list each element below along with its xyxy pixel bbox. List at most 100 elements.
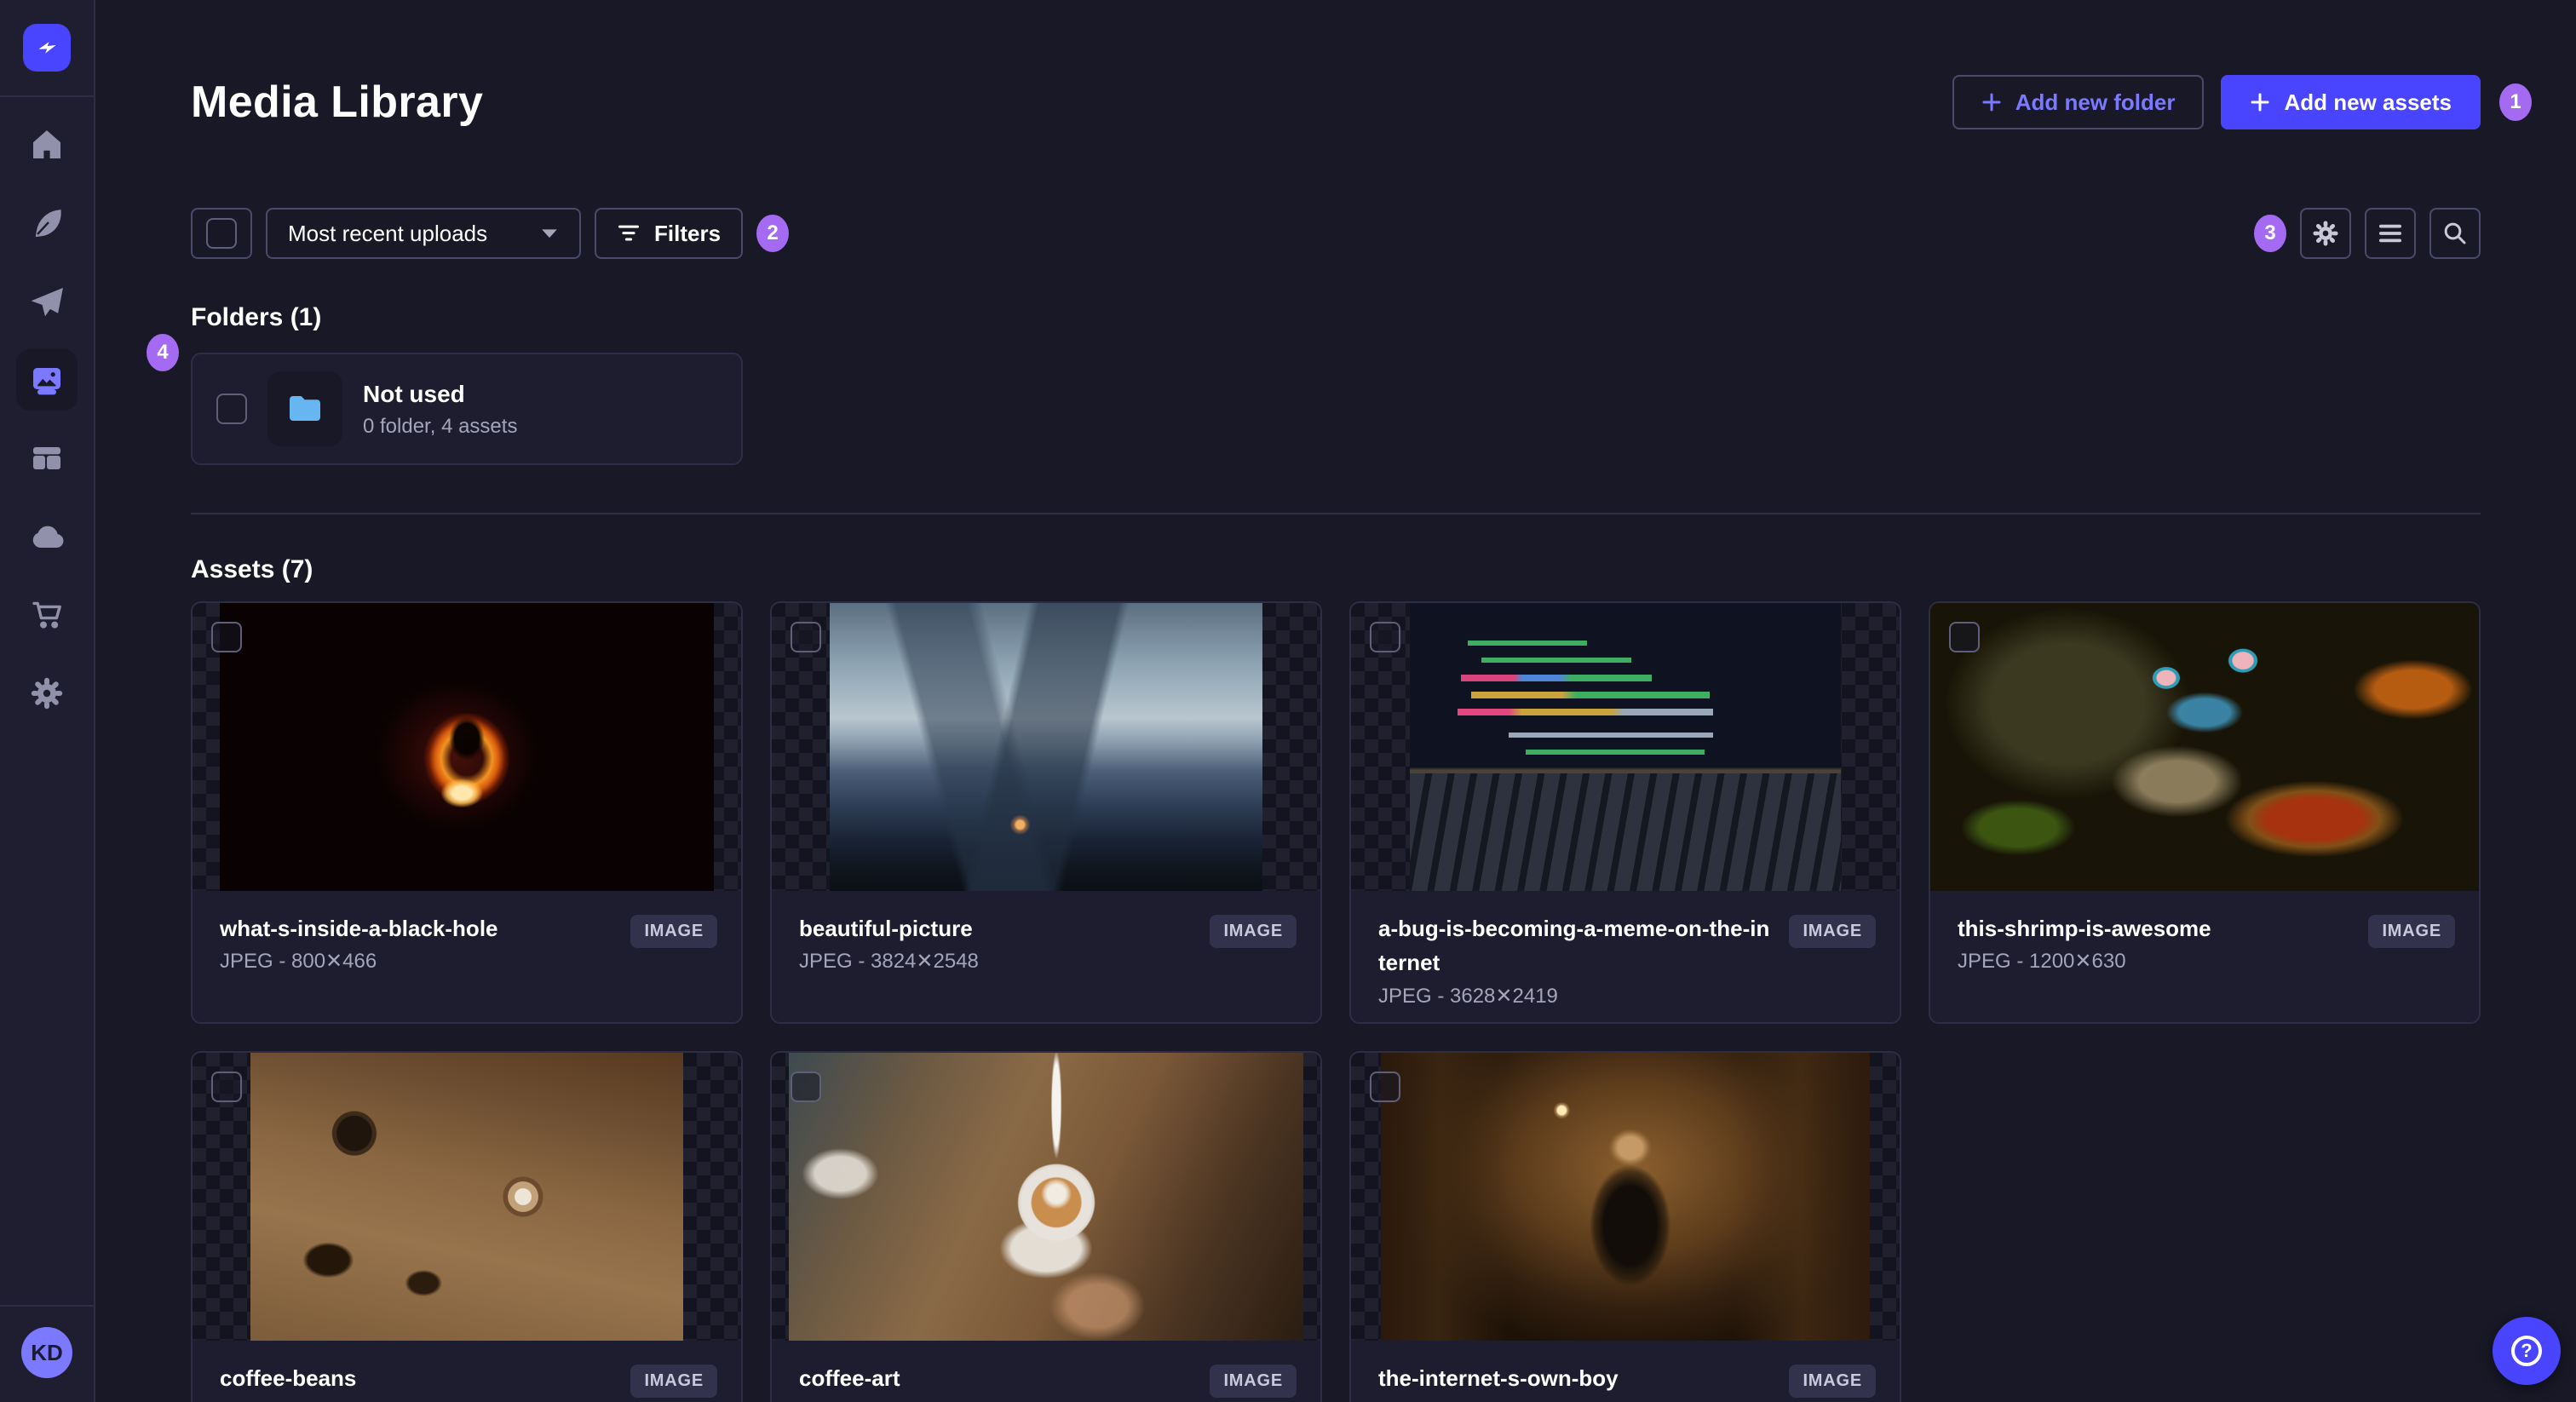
folder-grid: Not used 0 folder, 4 assets xyxy=(191,353,2481,465)
asset-card-text: coffee-beans JPEG - 5021✕3347 xyxy=(220,1361,613,1402)
sidebar-item-media-library[interactable] xyxy=(16,349,78,411)
annotation-badge-4: 4 xyxy=(147,334,179,371)
folder-icon xyxy=(290,396,320,421)
help-button[interactable]: ? xyxy=(2493,1317,2561,1385)
asset-meta: JPEG - 3824✕2548 xyxy=(799,950,979,974)
asset-image xyxy=(1930,603,2479,891)
asset-meta: JPEG - 5824✕3259 xyxy=(799,1399,1193,1402)
page-title: Media Library xyxy=(191,78,484,127)
asset-checkbox[interactable] xyxy=(1370,622,1400,652)
asset-card[interactable]: this-shrimp-is-awesome JPEG - 1200✕630 I… xyxy=(1929,601,2481,1024)
header-actions: Add new folder Add new assets 1 xyxy=(1952,75,2532,129)
asset-card-footer: the-internet-s-own-boy JPEG - 1200✕707 I… xyxy=(1351,1341,1900,1402)
folder-icon-box xyxy=(267,371,342,446)
folder-checkbox[interactable] xyxy=(216,394,247,424)
sidebar-item-content-manager[interactable] xyxy=(16,428,78,489)
asset-thumbnail xyxy=(1930,603,2479,891)
asset-thumbnail xyxy=(193,1052,741,1341)
asset-type-badge: IMAGE xyxy=(1210,915,1297,948)
asset-thumbnail xyxy=(772,1052,1320,1341)
asset-title: beautiful-picture xyxy=(799,916,973,941)
asset-title: this-shrimp-is-awesome xyxy=(1958,916,2211,941)
add-new-folder-button[interactable]: Add new folder xyxy=(1952,75,2205,129)
search-icon xyxy=(2444,222,2466,244)
asset-card-footer: beautiful-picture JPEG - 3824✕2548 IMAGE xyxy=(772,891,1320,1022)
asset-card-text: this-shrimp-is-awesome JPEG - 1200✕630 xyxy=(1958,911,2351,974)
assets-heading: Assets (7) xyxy=(191,555,313,583)
toolbar-left: Most recent uploads Filters 2 xyxy=(191,208,790,259)
asset-image xyxy=(250,1052,683,1341)
asset-thumbnail xyxy=(1351,603,1900,891)
asset-checkbox[interactable] xyxy=(211,1071,242,1102)
asset-card-footer: what-s-inside-a-black-hole JPEG - 800✕46… xyxy=(193,891,741,1022)
asset-type-badge: IMAGE xyxy=(1789,1364,1876,1398)
asset-card-footer: a-bug-is-becoming-a-meme-on-the-internet… xyxy=(1351,891,1900,1022)
sidebar-item-settings[interactable] xyxy=(16,663,78,724)
section-divider xyxy=(191,513,2481,514)
question-mark-icon: ? xyxy=(2511,1336,2542,1366)
asset-card-footer: coffee-art JPEG - 5824✕3259 IMAGE xyxy=(772,1341,1320,1402)
asset-title: the-internet-s-own-boy xyxy=(1378,1365,1619,1391)
asset-meta: JPEG - 3628✕2419 xyxy=(1378,984,1558,1008)
paper-plane-icon xyxy=(31,287,63,317)
folder-subtitle: 0 folder, 4 assets xyxy=(363,415,518,439)
asset-checkbox[interactable] xyxy=(1949,622,1980,652)
folders-section: Folders (1) Not used 0 folder, 4 assets xyxy=(191,303,2481,465)
strapi-logo[interactable] xyxy=(23,24,71,72)
grid-settings-button[interactable] xyxy=(2300,208,2351,259)
asset-checkbox[interactable] xyxy=(211,622,242,652)
asset-type-badge: IMAGE xyxy=(2368,915,2455,948)
folder-card[interactable]: Not used 0 folder, 4 assets xyxy=(191,353,743,465)
add-new-assets-button[interactable]: Add new assets xyxy=(2221,75,2481,129)
asset-meta: JPEG - 5021✕3347 xyxy=(220,1399,613,1402)
list-view-button[interactable] xyxy=(2365,208,2416,259)
asset-image xyxy=(830,603,1262,891)
select-all-checkbox[interactable] xyxy=(206,218,237,249)
list-icon xyxy=(2379,224,2401,243)
asset-title: coffee-art xyxy=(799,1365,900,1391)
home-icon xyxy=(33,130,60,158)
asset-type-badge: IMAGE xyxy=(630,1364,717,1398)
toolbar: Most recent uploads Filters 2 3 xyxy=(191,208,2481,259)
filter-icon xyxy=(618,225,639,241)
annotation-badge-1: 1 xyxy=(2499,83,2532,121)
gear-icon xyxy=(31,677,63,710)
asset-card-footer: this-shrimp-is-awesome JPEG - 1200✕630 I… xyxy=(1930,891,2479,1022)
asset-card-text: the-internet-s-own-boy JPEG - 1200✕707 xyxy=(1378,1361,1772,1402)
asset-card[interactable]: what-s-inside-a-black-hole JPEG - 800✕46… xyxy=(191,601,743,1024)
sidebar-item-marketplace[interactable] xyxy=(16,584,78,646)
sidebar-item-releases[interactable] xyxy=(16,271,78,332)
asset-grid: what-s-inside-a-black-hole JPEG - 800✕46… xyxy=(191,601,2481,1402)
user-avatar[interactable]: KD xyxy=(21,1327,72,1378)
main-content: Media Library Add new folder Add new ass… xyxy=(95,0,2576,1402)
asset-title: what-s-inside-a-black-hole xyxy=(220,916,498,941)
asset-card[interactable]: a-bug-is-becoming-a-meme-on-the-internet… xyxy=(1349,601,1901,1024)
asset-card[interactable]: the-internet-s-own-boy JPEG - 1200✕707 I… xyxy=(1349,1050,1901,1402)
sidebar-item-cloud[interactable] xyxy=(16,506,78,567)
asset-checkbox[interactable] xyxy=(791,1071,821,1102)
assets-section: Assets (7) what-s-inside-a-black-hole JP… xyxy=(191,555,2481,1402)
asset-card-text: beautiful-picture JPEG - 3824✕2548 xyxy=(799,911,1193,974)
sidebar-divider xyxy=(0,95,95,97)
sidebar-item-home[interactable] xyxy=(16,114,78,175)
asset-checkbox[interactable] xyxy=(791,622,821,652)
select-all-checkbox-wrapper[interactable] xyxy=(191,208,252,259)
asset-card[interactable]: coffee-beans JPEG - 5021✕3347 IMAGE xyxy=(191,1050,743,1402)
search-button[interactable] xyxy=(2429,208,2481,259)
asset-type-badge: IMAGE xyxy=(630,915,717,948)
asset-card[interactable]: coffee-art JPEG - 5824✕3259 IMAGE xyxy=(770,1050,1322,1402)
sort-dropdown[interactable]: Most recent uploads xyxy=(266,208,581,259)
strapi-logo-icon xyxy=(39,42,56,54)
annotation-badge-3: 3 xyxy=(2254,215,2286,252)
sidebar: KD xyxy=(0,0,95,1402)
filters-button[interactable]: Filters xyxy=(595,208,744,259)
sidebar-item-content-type-builder[interactable] xyxy=(16,192,78,254)
asset-meta: JPEG - 1200✕630 xyxy=(1958,950,2126,974)
cloud-icon xyxy=(32,526,64,548)
asset-card-text: what-s-inside-a-black-hole JPEG - 800✕46… xyxy=(220,911,613,974)
folders-heading: Folders (1) xyxy=(191,303,322,331)
asset-card[interactable]: beautiful-picture JPEG - 3824✕2548 IMAGE xyxy=(770,601,1322,1024)
asset-checkbox[interactable] xyxy=(1370,1071,1400,1102)
folder-info: Not used 0 folder, 4 assets xyxy=(363,379,517,439)
content-manager-icon xyxy=(33,447,60,469)
